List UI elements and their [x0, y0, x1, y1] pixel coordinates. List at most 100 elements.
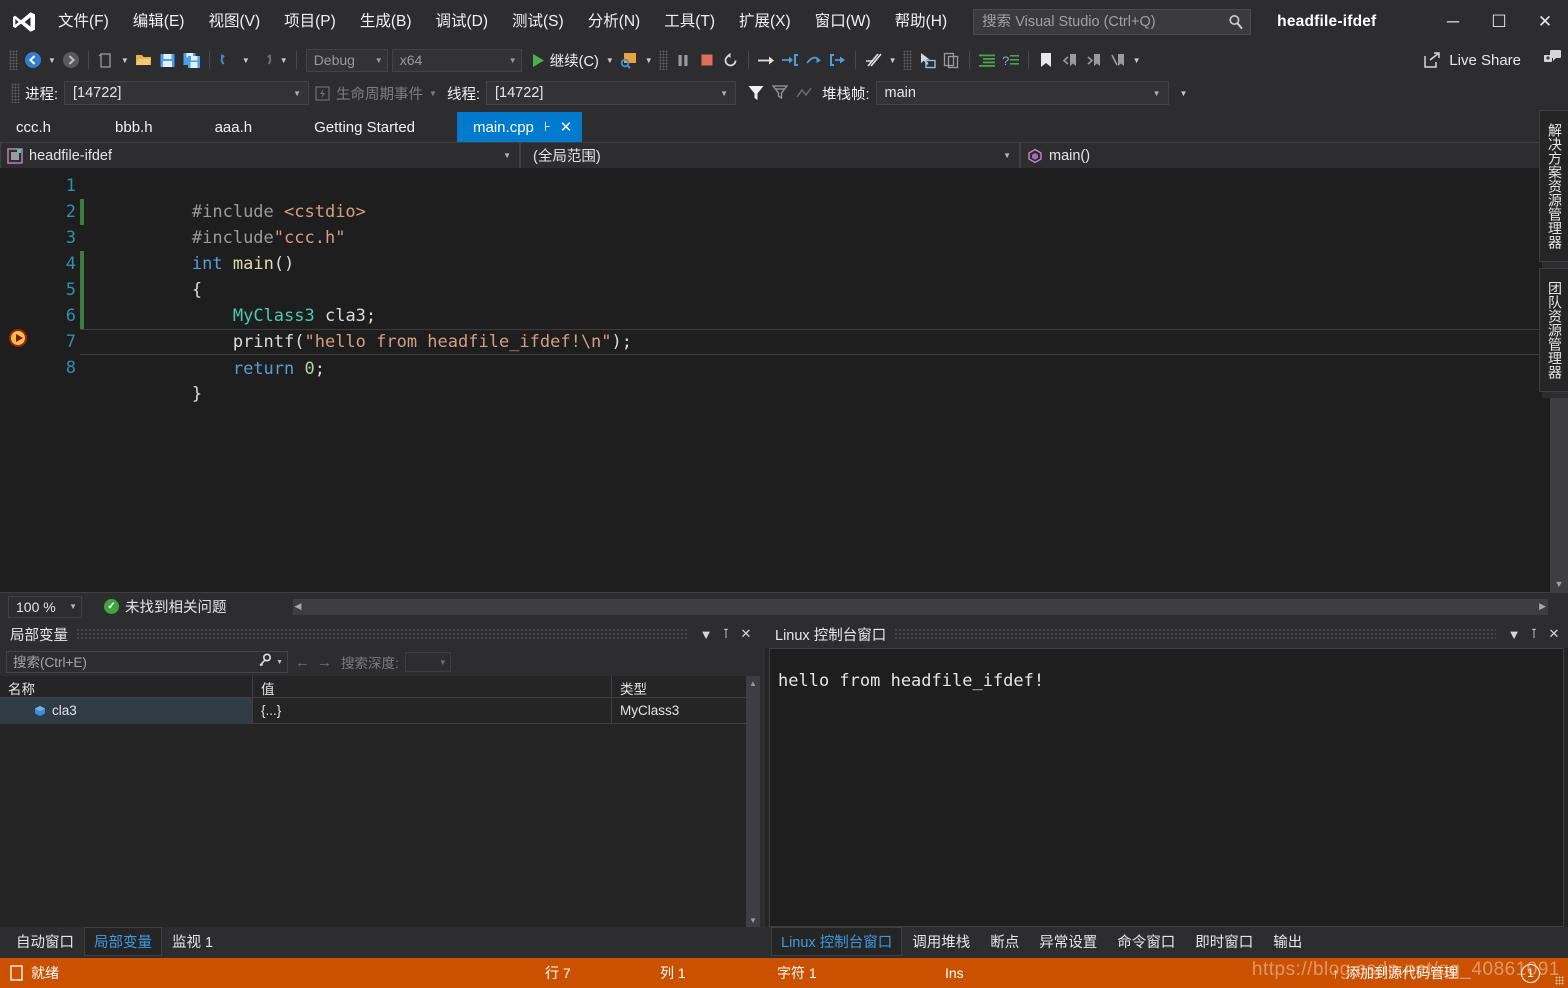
pin-icon[interactable]: ⊺	[1524, 624, 1544, 644]
close-icon[interactable]: ✕	[560, 118, 573, 136]
document-tab-aaa-h[interactable]: aaa.h	[169, 112, 269, 142]
editor-glyph-margin[interactable]	[0, 168, 38, 592]
scroll-left-icon[interactable]: ◀	[295, 601, 302, 612]
attach-process-icon[interactable]	[617, 48, 642, 72]
table-row[interactable]: cla3 {...} MyClass3	[0, 697, 760, 724]
select-element-icon[interactable]	[915, 48, 940, 72]
cell-type[interactable]: MyClass3	[612, 697, 760, 724]
member-combo[interactable]: main() ▼	[1020, 143, 1568, 168]
feedback-icon[interactable]	[1543, 49, 1562, 71]
scroll-right-icon[interactable]: ▶	[1539, 601, 1546, 612]
code-line-6[interactable]: printf("hello from headfile_ifdef!\n");	[80, 303, 1550, 352]
indent-icon[interactable]	[975, 48, 999, 72]
locals-search-input[interactable]	[13, 654, 259, 670]
document-tab-bbb-h[interactable]: bbb.h	[67, 112, 169, 142]
menu-item-build[interactable]: 生成(B)	[348, 7, 424, 38]
filter-threads-icon[interactable]	[744, 81, 768, 105]
stackframe-combo[interactable]: main ▼	[875, 81, 1169, 105]
live-share-button[interactable]: Live Share	[1423, 49, 1568, 71]
document-tab-main-cpp[interactable]: main.cpp ⊦ ✕	[457, 112, 583, 142]
show-next-statement-icon[interactable]	[754, 48, 778, 72]
editor-code-area[interactable]: −#include <cstdio> #include"ccc.h" −int …	[80, 168, 1550, 592]
continue-dropdown-icon[interactable]: ▼	[603, 56, 617, 65]
maximize-button[interactable]: ☐	[1476, 0, 1522, 44]
next-bookmark-icon[interactable]	[1082, 48, 1106, 72]
rail-tab-team-explorer[interactable]: 团队资源管理器	[1539, 268, 1568, 392]
tab-command-window[interactable]: 命令窗口	[1107, 927, 1185, 956]
current-statement-arrow-icon[interactable]	[9, 329, 27, 347]
pin-icon[interactable]: ⊦	[544, 119, 551, 135]
scroll-down-icon[interactable]: ▼	[1550, 575, 1568, 592]
close-button[interactable]: ✕	[1522, 0, 1568, 44]
lifecycle-events-button[interactable]: 生命周期事件 ▼	[315, 83, 437, 104]
locals-search-box[interactable]: ▼	[6, 651, 288, 673]
add-to-source-control-button[interactable]: ↑ 添加到源代码管理	[1332, 963, 1458, 983]
restart-icon[interactable]	[719, 48, 743, 72]
save-icon[interactable]	[156, 48, 180, 72]
cell-name[interactable]: cla3	[0, 697, 253, 724]
tab-call-stack[interactable]: 调用堆栈	[902, 927, 980, 956]
document-tab-getting-started[interactable]: Getting Started	[268, 112, 431, 142]
console-output-area[interactable]: hello from headfile_ifdef!	[769, 648, 1564, 927]
solution-configuration-combo[interactable]: Debug ▼	[305, 48, 388, 72]
close-icon[interactable]: ✕	[1544, 624, 1564, 644]
code-editor[interactable]: 1 2 3 4 5 6 7 8 −#include <cstdio> #incl…	[0, 168, 1568, 592]
save-all-icon[interactable]	[180, 48, 204, 72]
navigate-back-icon[interactable]	[21, 48, 45, 72]
menu-item-tools[interactable]: 工具(T)	[652, 7, 727, 38]
panel-drag-dots[interactable]	[76, 627, 688, 641]
column-header-value[interactable]: 值	[253, 676, 612, 697]
tab-exception-settings[interactable]: 异常设置	[1029, 927, 1107, 956]
step-into-icon[interactable]	[778, 48, 802, 72]
column-header-name[interactable]: 名称	[0, 676, 253, 697]
menu-item-test[interactable]: 测试(S)	[500, 7, 576, 38]
tab-breakpoints[interactable]: 断点	[980, 927, 1029, 956]
code-line-8[interactable]: }	[80, 355, 1550, 404]
attach-dropdown-icon[interactable]: ▼	[642, 56, 656, 65]
locals-grid[interactable]: 名称 值 类型 cla3 {...} MyClass3 ▲ ▼	[0, 676, 760, 927]
filter-clear-icon[interactable]	[768, 81, 792, 105]
locals-vertical-scrollbar[interactable]: ▲ ▼	[746, 676, 760, 927]
code-line-7[interactable]: return 0;	[80, 329, 1550, 379]
previous-bookmark-icon[interactable]	[1058, 48, 1082, 72]
undo-icon[interactable]	[215, 48, 239, 72]
tab-locals[interactable]: 局部变量	[84, 926, 162, 956]
hot-reload-icon[interactable]	[861, 48, 886, 72]
redo-dropdown-icon[interactable]: ▼	[277, 56, 291, 65]
menu-item-help[interactable]: 帮助(H)	[883, 7, 960, 38]
toolbar-grip[interactable]	[9, 50, 18, 70]
step-out-icon[interactable]	[826, 48, 850, 72]
pin-icon[interactable]: ⊺	[716, 624, 736, 644]
code-line-2[interactable]: #include"ccc.h"	[80, 199, 1550, 248]
toolbar-grip[interactable]	[902, 50, 912, 70]
stop-icon[interactable]	[695, 48, 719, 72]
chevron-down-icon[interactable]: ▼	[1504, 624, 1524, 644]
cell-value[interactable]: {...}	[253, 697, 612, 724]
tab-immediate-window[interactable]: 即时窗口	[1185, 927, 1263, 956]
continue-button[interactable]: 继续(C)	[528, 48, 603, 72]
navigate-back-dropdown-icon[interactable]: ▼	[45, 56, 59, 65]
menu-item-edit[interactable]: 编辑(E)	[121, 7, 197, 38]
menu-item-analyze[interactable]: 分析(N)	[576, 7, 653, 38]
debugbar-overflow-icon[interactable]: ▼	[1177, 89, 1191, 98]
toolbar-overflow-icon[interactable]: ▼	[1130, 56, 1144, 65]
column-header-type[interactable]: 类型	[612, 676, 760, 697]
tab-output[interactable]: 输出	[1263, 927, 1312, 956]
menu-item-extensions[interactable]: 扩展(X)	[727, 7, 803, 38]
global-search-box[interactable]	[973, 9, 1252, 35]
close-icon[interactable]: ✕	[736, 624, 756, 644]
arrow-left-icon[interactable]: ←	[288, 654, 317, 671]
tab-autos[interactable]: 自动窗口	[6, 927, 84, 956]
menu-item-view[interactable]: 视图(V)	[196, 7, 272, 38]
solution-platform-combo[interactable]: x64 ▼	[391, 48, 522, 72]
notification-badge[interactable]: 1	[1521, 963, 1540, 983]
process-combo[interactable]: [14722] ▼	[64, 81, 310, 105]
minimize-button[interactable]: ─	[1430, 0, 1476, 44]
zoom-level-combo[interactable]: 100 % ▼	[8, 595, 82, 618]
code-line-1[interactable]: −#include <cstdio>	[80, 173, 1550, 222]
code-line-4[interactable]: {	[80, 251, 1550, 300]
clear-bookmarks-icon[interactable]	[1106, 48, 1130, 72]
step-over-icon[interactable]	[802, 48, 826, 72]
rail-tab-solution-explorer[interactable]: 解决方案资源管理器	[1539, 110, 1568, 262]
arrow-right-icon[interactable]: →	[317, 654, 339, 671]
